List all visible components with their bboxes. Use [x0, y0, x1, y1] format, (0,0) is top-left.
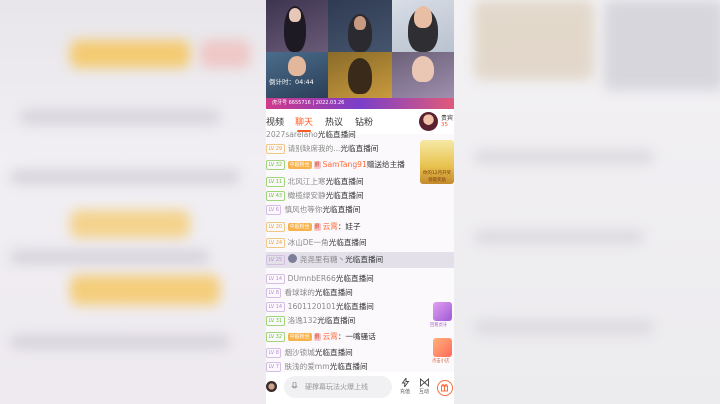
- list-item: LV 20 中超粉丝爵云霄：娃子: [266, 220, 454, 233]
- level-badge: LV 6: [266, 205, 282, 215]
- bowtie-icon: [419, 378, 429, 387]
- chat-username[interactable]: 云霄: [323, 332, 338, 341]
- fan-badge: 中超粉丝: [287, 161, 312, 169]
- interact-button[interactable]: 互动: [415, 378, 433, 395]
- blurred-backdrop-left: [0, 0, 266, 404]
- level-badge: LV 14: [266, 302, 285, 312]
- list-item-highlighted: LV 25 尧尧里有糖丶光临直播间: [266, 252, 454, 268]
- avatar[interactable]: [266, 381, 277, 392]
- live-video-grid[interactable]: 倒计时：04:44 虎牙号 6655716 | 2022.03.26: [266, 0, 454, 109]
- side-ad-thumbnail[interactable]: [433, 302, 452, 321]
- level-badge: LV 20: [266, 222, 285, 232]
- level-badge: LV 8: [266, 348, 282, 358]
- recharge-button[interactable]: 充值: [396, 378, 414, 395]
- noble-badge: 爵: [313, 161, 321, 169]
- level-badge: LV 32: [266, 332, 285, 342]
- lightning-icon: [401, 378, 409, 387]
- promo-banner[interactable]: 你的12月开奖 领取奖励: [420, 140, 454, 184]
- list-item: LV 43 橄榄绿安静光临直播间: [266, 189, 454, 202]
- stream-ticker: 虎牙号 6655716 | 2022.03.26: [266, 98, 454, 109]
- promo-banner-text: 你的12月开奖: [422, 171, 452, 176]
- video-cell[interactable]: [266, 0, 328, 52]
- vip-label: 贵宾: [441, 115, 454, 122]
- gift-sender-name[interactable]: SamTang91: [323, 160, 367, 169]
- gift-icon[interactable]: [437, 380, 453, 396]
- video-cell[interactable]: [266, 52, 328, 98]
- tab-chat[interactable]: 聊天: [295, 115, 313, 128]
- tab-video[interactable]: 视频: [266, 115, 284, 128]
- live-room-screen: 倒计时：04:44 虎牙号 6655716 | 2022.03.26 视频 聊天…: [266, 0, 454, 404]
- level-badge: LV 8: [266, 288, 282, 298]
- list-item: LV 14 DUmnbER66光临直播间: [266, 272, 454, 285]
- list-item: LV 31 洛逸132光临直播间: [266, 314, 454, 327]
- side-ad-thumbnail[interactable]: [433, 338, 452, 357]
- list-item: LV 32 中超粉丝爵云霄：一嘴骚话: [266, 330, 454, 343]
- video-cell[interactable]: [328, 0, 392, 52]
- bottom-bar: 硬撑幕玩法火爆上线 充值 互动: [266, 372, 454, 404]
- level-badge: LV 24: [266, 238, 285, 248]
- level-badge: LV 31: [266, 316, 285, 326]
- list-item: LV 14 1601120101光临直播间: [266, 300, 454, 313]
- mic-icon[interactable]: [291, 382, 298, 391]
- chat-username[interactable]: 云霄: [323, 222, 338, 231]
- fan-badge: 中超粉丝: [287, 223, 312, 231]
- list-item: LV 6 慎风也等你光临直播间: [266, 203, 454, 216]
- noble-badge: 爵: [313, 223, 321, 231]
- promo-banner-button[interactable]: 领取奖励: [420, 177, 454, 183]
- list-item: LV 8 看球球的光临直播间: [266, 286, 454, 299]
- noble-badge: 爵: [313, 333, 321, 341]
- countdown-timer: 倒计时：04:44: [269, 78, 314, 86]
- level-badge: LV 43: [266, 191, 285, 201]
- tab-hot[interactable]: 热议: [325, 115, 343, 128]
- side-ad-label: 点击小店: [432, 359, 450, 364]
- level-badge: LV 14: [266, 274, 285, 284]
- list-item: LV 8 烟沙锁城光临直播间: [266, 346, 454, 359]
- level-badge: LV 7: [266, 362, 282, 372]
- level-badge: LV 25: [266, 255, 285, 265]
- tab-fans[interactable]: 钻粉: [355, 115, 373, 128]
- side-ad-label: 回看虎牙: [430, 323, 448, 328]
- blurred-backdrop-right: [454, 0, 720, 404]
- shield-icon: [287, 254, 297, 263]
- level-badge: LV 29: [266, 144, 285, 154]
- level-badge: LV 11: [266, 177, 285, 187]
- level-badge: LV 32: [266, 160, 285, 170]
- list-item: LV 24 冰山DE一角光临直播间: [266, 236, 454, 249]
- fan-badge: 中超粉丝: [287, 333, 312, 341]
- video-cell[interactable]: [392, 0, 454, 52]
- chat-input[interactable]: 硬撑幕玩法火爆上线: [284, 376, 392, 398]
- video-cell[interactable]: [392, 52, 454, 98]
- video-cell[interactable]: [328, 52, 392, 98]
